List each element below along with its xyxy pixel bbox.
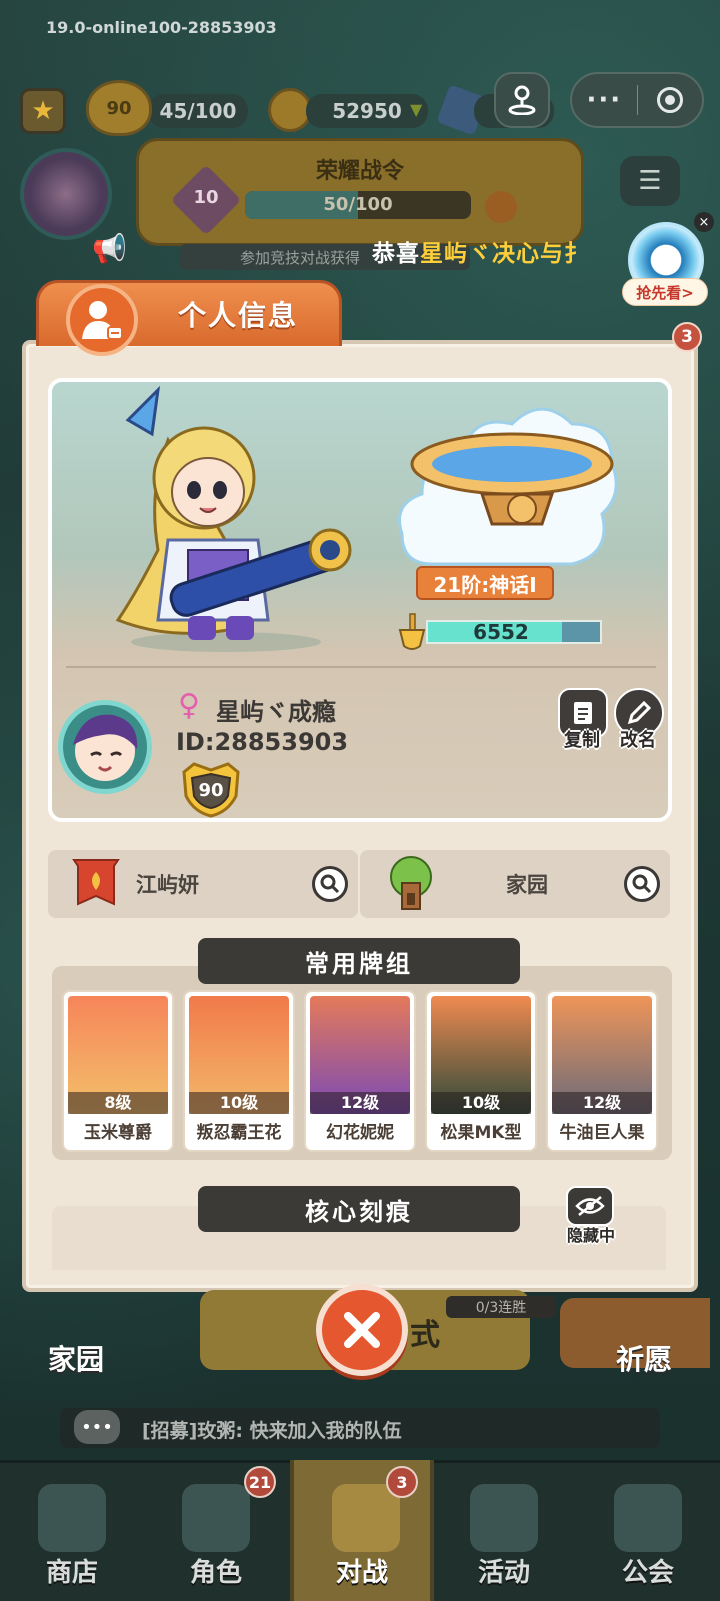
battle-mode-label: 式 [410, 1318, 440, 1353]
core-title: 核心刻痕 [198, 1186, 520, 1232]
honor-pass-banner[interactable]: 荣耀战令 10 50/100 [136, 138, 584, 246]
promo-close-icon[interactable]: × [694, 212, 714, 232]
card-name: 牛油巨人果 [559, 1123, 645, 1143]
chat-bubble-icon[interactable]: ••• [74, 1410, 120, 1444]
card-icon [182, 1484, 250, 1552]
player-avatar[interactable] [58, 700, 152, 794]
clan-name: 江屿妍 [136, 873, 199, 897]
shop-icon [38, 1484, 106, 1552]
card-level: 8级 [68, 1092, 168, 1114]
clan-box[interactable]: 江屿妍 [48, 850, 358, 918]
player-level-shield: 90 [178, 762, 244, 818]
deck-title: 常用牌组 [198, 938, 520, 984]
player-id: ID:28853903 [176, 728, 349, 756]
promo-preview-button[interactable]: 抢先看> [622, 278, 708, 306]
copy-label[interactable]: 复制 [554, 726, 610, 752]
reward-icon[interactable] [485, 191, 517, 223]
player-level-value: 90 [198, 780, 224, 801]
nav-label: 角色 [189, 1558, 242, 1588]
honor-progress-text: 50/100 [323, 194, 393, 215]
shovel-icon [398, 613, 426, 650]
card-level: 12级 [310, 1092, 410, 1114]
document-icon [574, 702, 592, 724]
exit-button[interactable] [638, 87, 703, 113]
nav-label: 活动 [477, 1558, 530, 1588]
person-icon [66, 284, 138, 356]
card-level: 12级 [552, 1092, 652, 1114]
player-level-badge: 90 [86, 80, 152, 136]
joystick-button[interactable] [494, 72, 550, 128]
card-name: 玉米尊爵 [84, 1123, 152, 1143]
deck-card[interactable]: 10级 松果MK型 [425, 990, 537, 1152]
guild-leaf-icon [614, 1484, 682, 1552]
deck-card[interactable]: 12级 牛油巨人果 [546, 990, 658, 1152]
clan-banner-icon [72, 859, 120, 906]
scrolling-notice: 恭喜星屿ヾ决心与扌 [372, 234, 588, 268]
nav-shop[interactable]: 商店 [0, 1460, 144, 1601]
notice-highlight: 星屿ヾ决心与扌 [420, 241, 588, 267]
card-name: 幻花妮妮 [326, 1123, 394, 1143]
rename-label[interactable]: 改名 [610, 726, 666, 752]
star-icon[interactable]: ★ [20, 88, 66, 134]
power-value: 6552 [473, 620, 529, 644]
hidden-eye-icon[interactable] [566, 1186, 614, 1226]
close-button[interactable] [316, 1284, 408, 1376]
nav-events[interactable]: 活动 [432, 1460, 576, 1601]
nav-label: 商店 [45, 1558, 98, 1588]
chat-message: [招募]玫粥: 快来加入我的队伍 [142, 1420, 402, 1442]
card-name: 叛忍霸王花 [196, 1123, 282, 1143]
hidden-label[interactable]: 隐藏中 [556, 1222, 626, 1246]
home-bg-label[interactable]: 家园 [48, 1338, 104, 1378]
background-avatar[interactable] [20, 148, 112, 240]
honor-level: 10 [193, 187, 219, 208]
modal-title: 个人信息 [178, 299, 299, 332]
home-label: 家园 [506, 873, 548, 897]
card-level: 10级 [431, 1092, 531, 1114]
shield-icon [470, 1484, 538, 1552]
card-level: 10级 [189, 1092, 289, 1114]
home-box[interactable]: 家园 [360, 850, 670, 918]
joystick-icon [508, 85, 536, 115]
target-icon [656, 87, 683, 113]
pencil-icon [627, 700, 652, 725]
nav-battle[interactable]: 3 对战 [290, 1460, 434, 1601]
win-streak: 0/3连胜 [446, 1296, 556, 1318]
nav-guild[interactable]: 公会 [576, 1460, 720, 1601]
nav-badge: 3 [386, 1466, 418, 1498]
deck-card[interactable]: 12级 幻花妮妮 [304, 990, 416, 1152]
coin-dropdown-icon[interactable]: ▼ [410, 100, 422, 119]
crossed-swords-icon [332, 1484, 400, 1552]
nav-badge: 21 [244, 1466, 276, 1498]
search-icon[interactable] [312, 866, 348, 902]
tree-house-icon [390, 856, 432, 910]
card-name: 松果MK型 [440, 1123, 522, 1143]
miniprogram-capsule: ··· [570, 72, 704, 128]
more-icon[interactable]: ··· [572, 85, 637, 115]
wish-label[interactable]: 祈愿 [616, 1338, 672, 1378]
search-icon[interactable] [624, 866, 660, 902]
card-divider [66, 666, 656, 668]
hero-character-image [115, 385, 352, 652]
notice-prefix: 恭喜 [372, 241, 420, 267]
version-label: 19.0-online100-28853903 [46, 18, 277, 37]
megaphone-icon: 📢 [92, 232, 127, 265]
deck-card[interactable]: 10级 叛忍霸王花 [183, 990, 295, 1152]
deck-card[interactable]: 8级 玉米尊爵 [62, 990, 174, 1152]
mount-tier-label: 21阶:神话I [416, 566, 554, 600]
nav-label: 公会 [621, 1558, 674, 1588]
menu-list-icon[interactable]: ☰ [620, 156, 680, 206]
notification-badge: 3 [672, 322, 702, 352]
nav-label: 对战 [335, 1558, 388, 1588]
nav-character[interactable]: 21 角色 [144, 1460, 288, 1601]
player-name: 星屿ヾ成瘾 [216, 698, 336, 726]
close-icon [344, 1312, 380, 1348]
xp-counter: 45/100 [148, 94, 248, 128]
female-icon: ♀ [178, 688, 200, 723]
